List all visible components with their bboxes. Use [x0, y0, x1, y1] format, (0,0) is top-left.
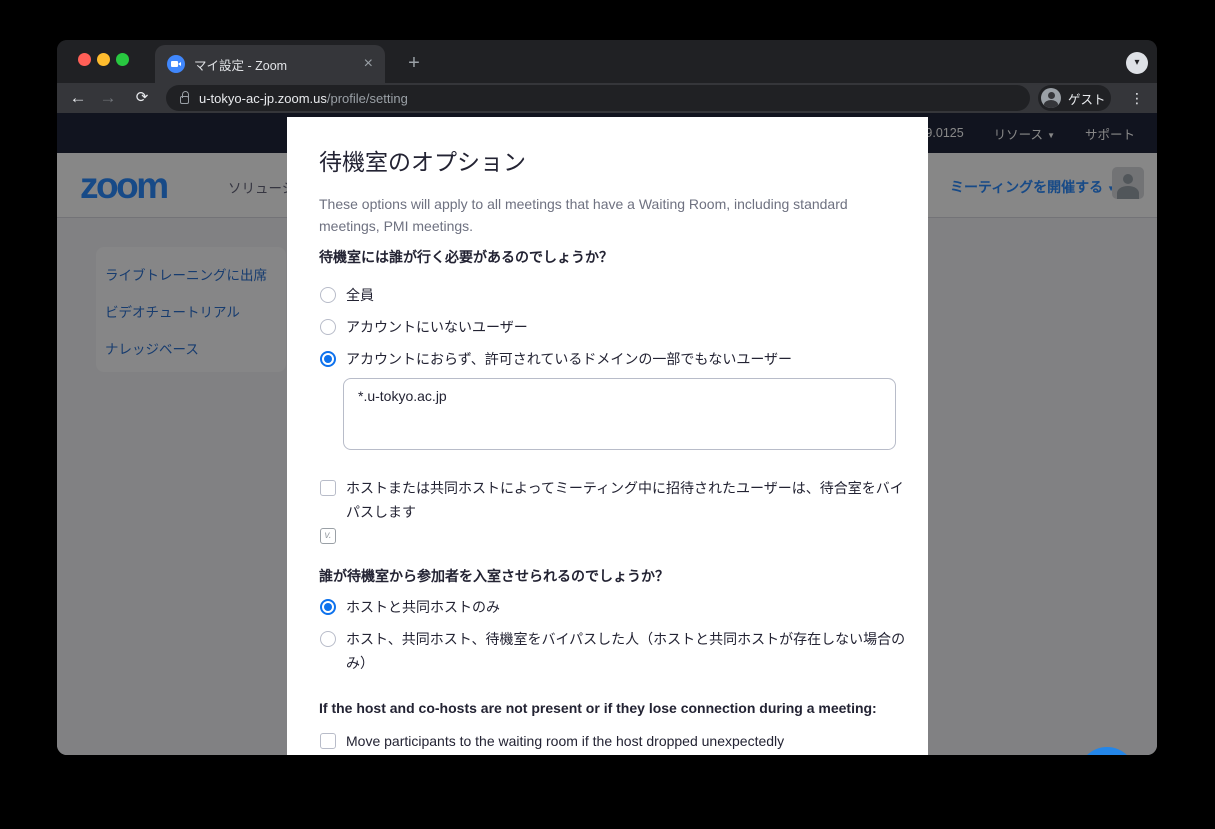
tab-search-chevron-icon[interactable]: ▾: [1126, 52, 1148, 74]
question-who-can-admit: 誰が待機室から参加者を入室させられるのでしょうか？: [319, 566, 669, 586]
browser-toolbar: ← → ⟳ u-tokyo-ac-jp.zoom.us/profile/sett…: [57, 83, 1157, 113]
tab-close-icon[interactable]: ×: [364, 56, 373, 72]
zoom-favicon-icon: [167, 55, 185, 73]
radio-option-host-cohosts-only[interactable]: ホストと共同ホストのみ: [320, 599, 500, 617]
maximize-window-button[interactable]: [116, 53, 129, 66]
radio-option-everyone[interactable]: 全員: [320, 287, 374, 305]
tab-title: マイ設定 - Zoom: [194, 55, 364, 74]
radio-icon[interactable]: [320, 631, 336, 647]
back-icon[interactable]: ←: [65, 83, 91, 113]
browser-tab[interactable]: マイ設定 - Zoom ×: [155, 45, 385, 83]
reload-icon[interactable]: ⟳: [129, 83, 155, 113]
question-who-goes-to-waiting-room: 待機室には誰が行く必要があるのでしょうか？: [319, 247, 613, 267]
radio-checked-icon[interactable]: [320, 351, 336, 367]
lock-icon: [180, 96, 189, 104]
checkbox-icon[interactable]: [320, 733, 336, 749]
radio-option-host-cohosts-bypassed[interactable]: ホスト、共同ホスト、待機室をバイパスした人（ホストと共同ホストが存在しない場合の…: [320, 631, 906, 675]
modal-description: These options will apply to all meetings…: [319, 193, 859, 237]
new-tab-button[interactable]: +: [401, 51, 427, 77]
checkbox-invited-users-bypass[interactable]: ホストまたは共同ホストによってミーティング中に招待されたユーザーは、待合室をバイ…: [320, 480, 906, 524]
radio-option-users-not-in-account[interactable]: アカウントにいないユーザー: [320, 319, 528, 337]
checkbox-move-to-waiting-room[interactable]: Move participants to the waiting room if…: [320, 733, 784, 751]
minimize-window-button[interactable]: [97, 53, 110, 66]
question-host-not-present: If the host and co-hosts are not present…: [319, 700, 877, 716]
tab-strip: マイ設定 - Zoom × + ▾: [57, 40, 1157, 83]
url-path: /profile/setting: [327, 91, 408, 106]
profile-guest-button[interactable]: ゲスト: [1038, 85, 1111, 111]
v-badge-icon: v.: [320, 528, 336, 544]
allowed-domains-input[interactable]: *.u-tokyo.ac.jp: [343, 378, 896, 450]
address-bar[interactable]: u-tokyo-ac-jp.zoom.us/profile/setting: [166, 85, 1030, 111]
url-host: u-tokyo-ac-jp.zoom.us: [199, 91, 327, 106]
modal-title: 待機室のオプション: [319, 143, 526, 177]
browser-window: マイ設定 - Zoom × + ▾ ← → ⟳ u-tokyo-ac-jp.zo…: [57, 40, 1157, 755]
checkbox-icon[interactable]: [320, 480, 336, 496]
waiting-room-options-modal: 待機室のオプション These options will apply to al…: [287, 117, 928, 755]
radio-checked-icon[interactable]: [320, 599, 336, 615]
radio-icon[interactable]: [320, 319, 336, 335]
radio-icon[interactable]: [320, 287, 336, 303]
guest-avatar-icon: [1041, 88, 1061, 108]
browser-menu-icon[interactable]: ⋮: [1125, 83, 1149, 113]
forward-icon[interactable]: →: [95, 83, 121, 113]
radio-option-users-not-in-allowed-domains[interactable]: アカウントにおらず、許可されているドメインの一部でもないユーザー: [320, 351, 792, 369]
guest-label: ゲスト: [1068, 89, 1106, 108]
close-window-button[interactable]: [78, 53, 91, 66]
zoom-web-page: 88.799.0125 リソース▼ サポート zoom ソリューショ ミーティン…: [57, 113, 1157, 755]
